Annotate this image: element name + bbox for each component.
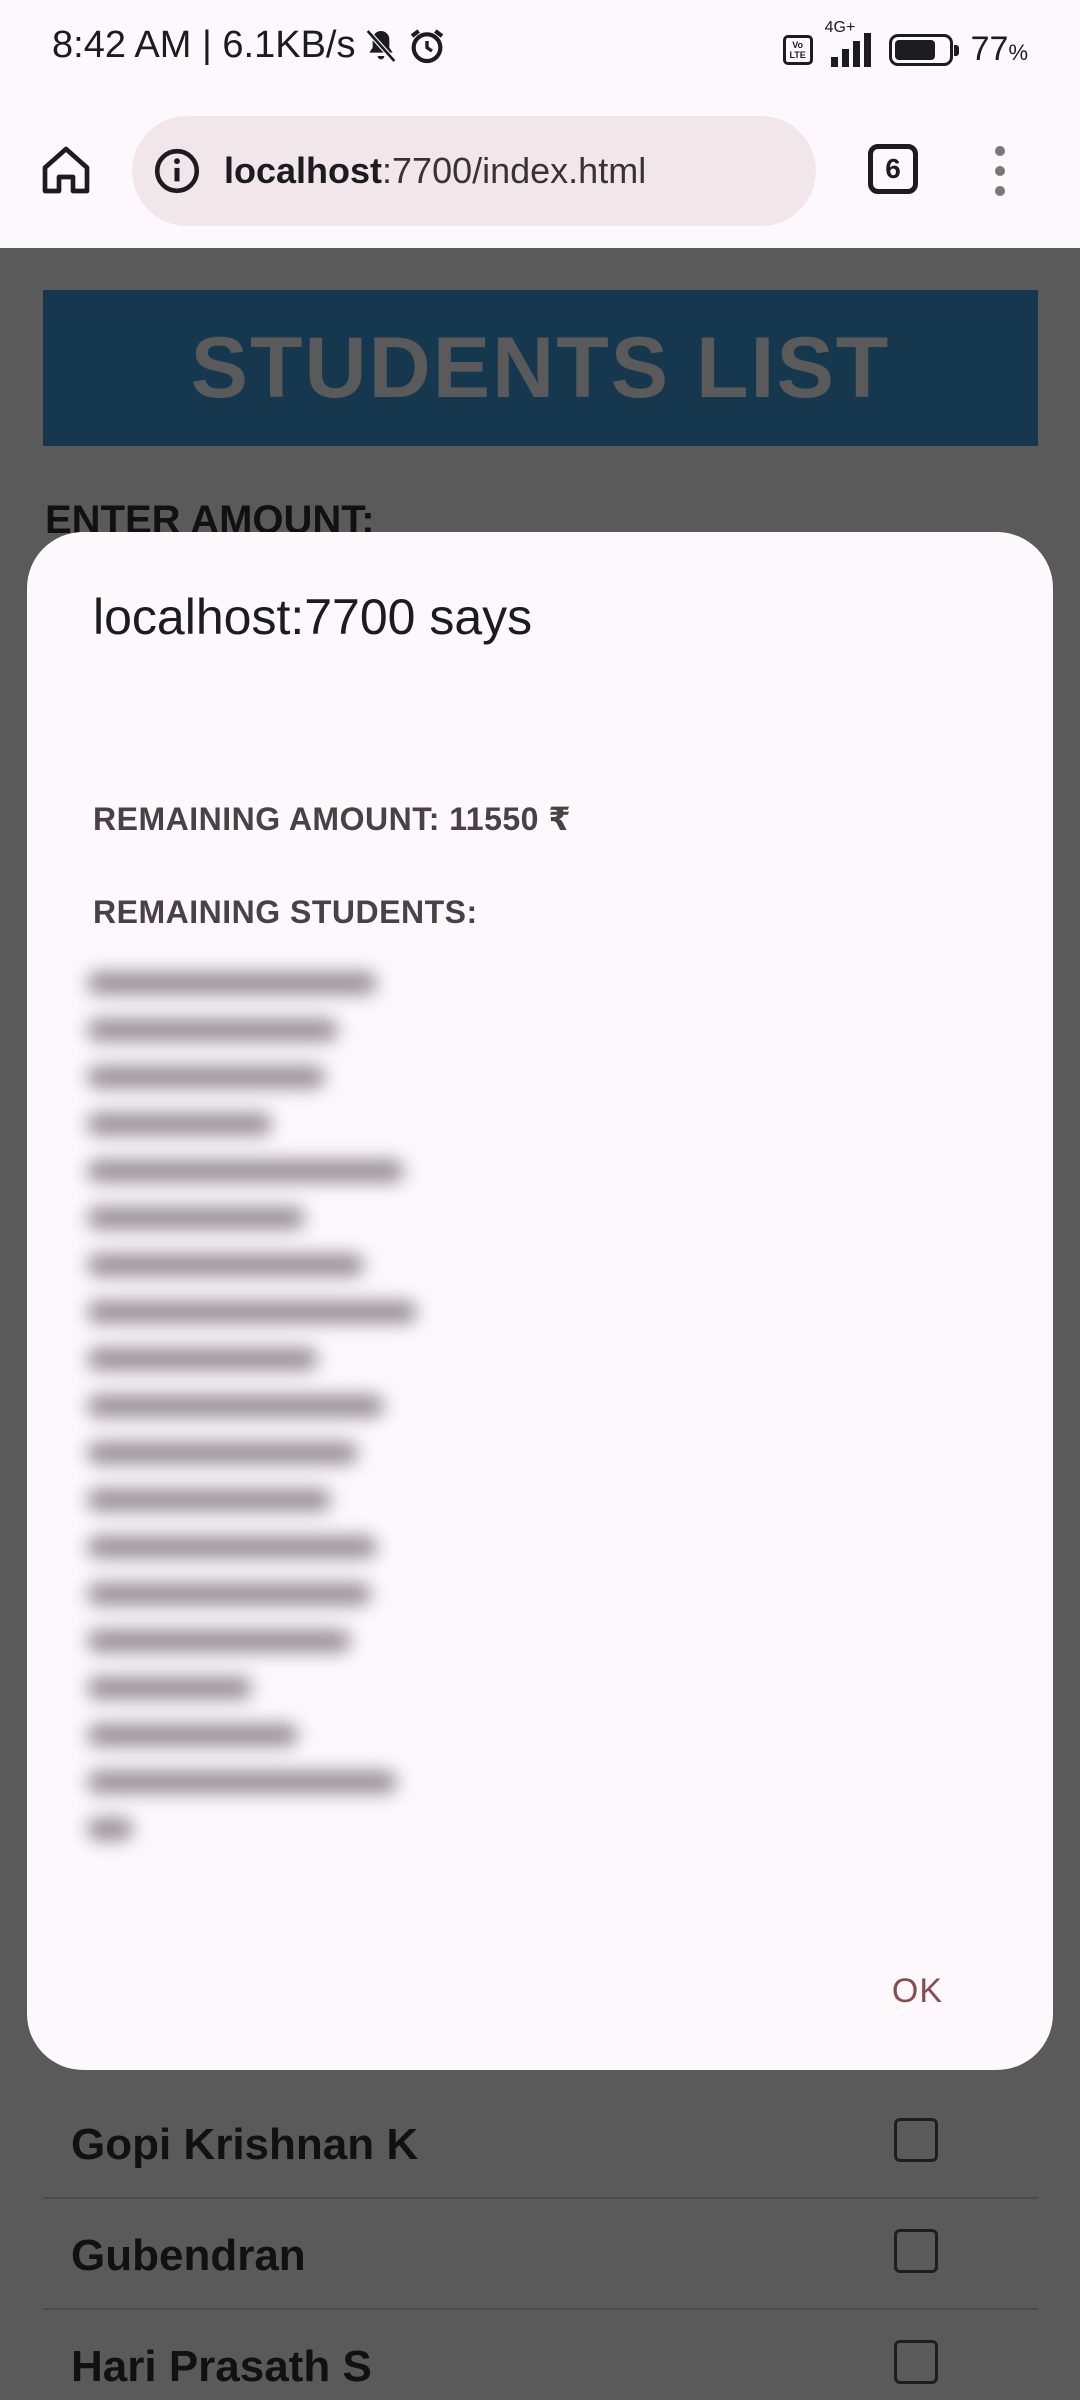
ok-button[interactable]: OK — [892, 1972, 943, 2011]
remaining-students-label: REMAINING STUDENTS: — [93, 894, 478, 930]
url-text[interactable]: localhost:7700/index.html — [224, 150, 646, 192]
volte-icon: Vo LTE — [782, 34, 813, 65]
alarm-icon — [411, 28, 444, 63]
info-icon[interactable] — [152, 146, 202, 196]
student-checkbox[interactable] — [894, 2340, 938, 2384]
student-row: Gopi Krishnan K — [43, 2088, 1038, 2199]
students-list: Gopi Krishnan K Gubendran Hari Prasath S — [43, 2088, 1038, 2400]
battery-percent: 77% — [970, 30, 1028, 68]
blurred-student-names — [87, 972, 417, 1872]
student-row: Hari Prasath S — [43, 2310, 1038, 2400]
dialog-title: localhost:7700 says — [93, 589, 533, 645]
student-name: Hari Prasath S — [71, 2342, 372, 2391]
address-bar[interactable]: localhost:7700/index.html — [132, 116, 816, 226]
student-checkbox[interactable] — [894, 2118, 938, 2162]
browser-toolbar: localhost:7700/index.html 6 — [0, 100, 1080, 248]
remaining-amount-text: REMAINING AMOUNT: 11550 ₹ — [93, 801, 572, 837]
student-name: Gopi Krishnan K — [71, 2120, 419, 2169]
page-heading-banner: STUDENTS LIST — [43, 290, 1038, 446]
page-heading: STUDENTS LIST — [190, 319, 891, 416]
mute-notification-icon — [366, 28, 397, 63]
status-left: 8:42 AM | 6.1KB/s — [52, 24, 447, 67]
status-right: Vo LTE 4G+ 77% — [782, 19, 1028, 69]
status-time-network: 8:42 AM | 6.1KB/s — [52, 24, 356, 66]
student-name: Gubendran — [71, 2231, 306, 2280]
alert-dialog: localhost:7700 says REMAINING AMOUNT: 11… — [27, 532, 1053, 2070]
battery-icon — [888, 33, 959, 66]
more-menu-icon[interactable] — [990, 146, 1010, 196]
student-checkbox[interactable] — [894, 2229, 938, 2273]
tab-switcher-button[interactable]: 6 — [868, 144, 918, 194]
home-icon[interactable] — [38, 142, 94, 198]
signal-icon: 4G+ — [825, 19, 871, 67]
student-row: Gubendran — [43, 2199, 1038, 2310]
status-bar: 8:42 AM | 6.1KB/s Vo LTE 4G+ 77% — [0, 0, 1080, 100]
